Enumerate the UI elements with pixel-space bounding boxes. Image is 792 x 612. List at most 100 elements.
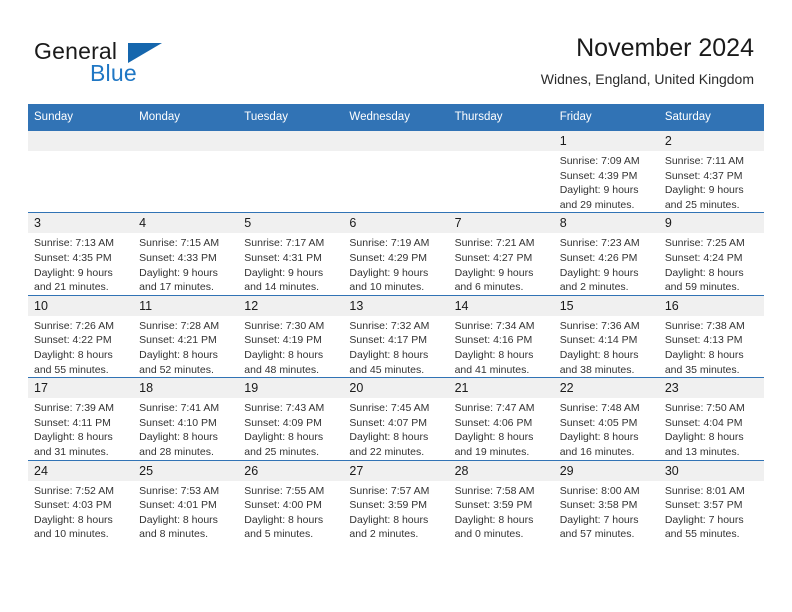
calendar-day-cell[interactable]: 29 Sunrise: 8:00 AM Sunset: 3:58 PM Dayligh… bbox=[553, 459, 659, 542]
day-number: 15 bbox=[553, 295, 659, 316]
sunrise-time: Sunrise: 7:41 AM bbox=[139, 402, 220, 415]
daylight-hours: Daylight: 8 hours bbox=[454, 513, 534, 526]
calendar-day-cell[interactable]: 18 Sunrise: 7:41 AM Sunset: 4:10 PM Dayligh… bbox=[133, 377, 239, 460]
daylight-minutes: and 10 minutes. bbox=[34, 528, 109, 541]
calendar-day-cell-empty bbox=[238, 129, 344, 213]
calendar-day-cell[interactable]: 7 Sunrise: 7:21 AM Sunset: 4:27 PM Daylight… bbox=[448, 212, 554, 296]
calendar-day-cell[interactable]: 21 Sunrise: 7:47 AM Sunset: 4:06 PM Dayligh… bbox=[448, 377, 554, 460]
calendar-page: General Blue November 2024 Widnes, Engla… bbox=[0, 0, 792, 612]
calendar-day-cell[interactable]: 15 Sunrise: 7:36 AM Sunset: 4:14 PM Dayligh… bbox=[553, 294, 659, 378]
daylight-hours: Daylight: 7 hours bbox=[664, 513, 744, 526]
sunrise-time: Sunrise: 7:26 AM bbox=[34, 319, 114, 332]
calendar-day-cell[interactable]: 12 Sunrise: 7:30 AM Sunset: 4:19 PM Dayligh… bbox=[238, 294, 344, 378]
day-number: 28 bbox=[448, 460, 554, 481]
sunrise-time: Sunrise: 7:09 AM bbox=[559, 155, 640, 167]
daylight-hours: Daylight: 8 hours bbox=[244, 431, 324, 444]
day-details: Sunrise: 7:45 AM Sunset: 4:07 PM Daylight:… bbox=[343, 398, 448, 459]
daylight-hours: Daylight: 8 hours bbox=[664, 266, 744, 279]
logo-text-blue: Blue bbox=[90, 60, 137, 86]
daylight-minutes: and 25 minutes. bbox=[664, 198, 740, 211]
daylight-minutes: and 2 minutes. bbox=[559, 281, 629, 294]
day-details: Sunrise: 7:28 AM Sunset: 4:21 PM Daylight:… bbox=[133, 316, 238, 377]
calendar-day-cell[interactable]: 10 Sunrise: 7:26 AM Sunset: 4:22 PM Dayligh… bbox=[28, 294, 134, 378]
calendar-day-cell[interactable]: 22 Sunrise: 7:48 AM Sunset: 4:05 PM Dayligh… bbox=[553, 377, 659, 460]
daylight-hours: Daylight: 8 hours bbox=[139, 431, 218, 444]
sunset-time: Sunset: 4:14 PM bbox=[559, 334, 638, 347]
calendar-day-cell[interactable]: 19 Sunrise: 7:43 AM Sunset: 4:09 PM Dayligh… bbox=[238, 377, 344, 460]
calendar-day-cell-empty bbox=[28, 129, 134, 213]
day-details: Sunrise: 7:15 AM Sunset: 4:33 PM Daylight:… bbox=[133, 233, 238, 294]
sunrise-time: Sunrise: 7:48 AM bbox=[559, 402, 640, 415]
calendar-day-cell[interactable]: 24 Sunrise: 7:52 AM Sunset: 4:03 PM Dayligh… bbox=[28, 459, 134, 542]
sunrise-time: Sunrise: 7:52 AM bbox=[34, 484, 114, 497]
daylight-hours: Daylight: 7 hours bbox=[559, 513, 639, 526]
calendar-day-cell[interactable]: 17 Sunrise: 7:39 AM Sunset: 4:11 PM Dayligh… bbox=[28, 377, 134, 460]
location-subtitle: Widnes, England, United Kingdom bbox=[540, 71, 754, 87]
day-details: Sunrise: 7:34 AM Sunset: 4:16 PM Daylight:… bbox=[449, 316, 554, 377]
sunset-time: Sunset: 4:04 PM bbox=[664, 416, 743, 429]
sunrise-time: Sunrise: 7:47 AM bbox=[454, 402, 535, 415]
sunrise-time: Sunrise: 7:38 AM bbox=[664, 319, 745, 332]
sunrise-time: Sunrise: 7:58 AM bbox=[454, 484, 535, 497]
weekday-header-tuesday: Tuesday bbox=[238, 104, 344, 131]
calendar-day-cell[interactable]: 9 Sunrise: 7:25 AM Sunset: 4:24 PM Daylight… bbox=[658, 212, 764, 296]
day-details bbox=[238, 151, 343, 154]
sunrise-time: Sunrise: 7:23 AM bbox=[559, 237, 640, 250]
calendar-day-cell[interactable]: 26 Sunrise: 7:55 AM Sunset: 4:00 PM Dayligh… bbox=[238, 459, 344, 542]
title-block: November 2024 Widnes, England, United Ki… bbox=[541, 32, 754, 90]
day-number bbox=[238, 131, 344, 151]
calendar-day-cell[interactable]: 13 Sunrise: 7:32 AM Sunset: 4:17 PM Dayligh… bbox=[343, 294, 449, 378]
day-details: Sunrise: 7:41 AM Sunset: 4:10 PM Daylight:… bbox=[133, 398, 238, 459]
day-number: 20 bbox=[343, 378, 449, 399]
sunset-time: Sunset: 4:06 PM bbox=[454, 416, 533, 429]
sunset-time: Sunset: 4:09 PM bbox=[244, 416, 322, 429]
calendar-day-cell[interactable]: 23 Sunrise: 7:50 AM Sunset: 4:04 PM Dayligh… bbox=[658, 377, 764, 460]
daylight-hours: Daylight: 8 hours bbox=[349, 513, 429, 526]
sunset-time: Sunset: 3:59 PM bbox=[349, 499, 428, 512]
weekday-header-friday: Friday bbox=[553, 104, 659, 131]
calendar-day-cell[interactable]: 14 Sunrise: 7:34 AM Sunset: 4:16 PM Dayligh… bbox=[448, 294, 554, 378]
sunset-time: Sunset: 4:03 PM bbox=[34, 499, 112, 512]
day-number: 18 bbox=[133, 378, 239, 399]
calendar-day-cell[interactable]: 20 Sunrise: 7:45 AM Sunset: 4:07 PM Dayligh… bbox=[343, 377, 449, 460]
daylight-minutes: and 0 minutes. bbox=[454, 528, 524, 541]
day-details: Sunrise: 8:01 AM Sunset: 3:57 PM Daylight:… bbox=[659, 481, 764, 542]
calendar-day-cell[interactable]: 11 Sunrise: 7:28 AM Sunset: 4:21 PM Dayligh… bbox=[133, 294, 239, 378]
day-number: 25 bbox=[133, 460, 239, 481]
calendar-day-cell[interactable]: 6 Sunrise: 7:19 AM Sunset: 4:29 PM Daylight… bbox=[343, 212, 449, 296]
calendar-day-cell[interactable]: 5 Sunrise: 7:17 AM Sunset: 4:31 PM Daylight… bbox=[238, 212, 344, 296]
calendar-day-cell[interactable]: 30 Sunrise: 8:01 AM Sunset: 3:57 PM Dayligh… bbox=[658, 459, 764, 542]
day-number: 3 bbox=[28, 213, 134, 234]
day-details: Sunrise: 7:19 AM Sunset: 4:29 PM Daylight:… bbox=[343, 233, 448, 294]
calendar-day-cell[interactable]: 1 Sunrise: 7:09 AM Sunset: 4:39 PM Daylight… bbox=[553, 129, 659, 213]
sunrise-time: Sunrise: 7:45 AM bbox=[349, 402, 430, 415]
page-title: November 2024 bbox=[576, 34, 754, 62]
day-number bbox=[28, 131, 134, 151]
daylight-hours: Daylight: 8 hours bbox=[664, 431, 744, 444]
calendar-day-cell[interactable]: 27 Sunrise: 7:57 AM Sunset: 3:59 PM Dayligh… bbox=[343, 459, 449, 542]
calendar-day-cell[interactable]: 16 Sunrise: 7:38 AM Sunset: 4:13 PM Dayligh… bbox=[658, 294, 764, 378]
calendar-day-cell[interactable]: 3 Sunrise: 7:13 AM Sunset: 4:35 PM Daylight… bbox=[28, 212, 134, 296]
sunrise-time: Sunrise: 7:50 AM bbox=[664, 402, 745, 415]
sunrise-time: Sunrise: 7:43 AM bbox=[244, 402, 325, 415]
day-details: Sunrise: 7:58 AM Sunset: 3:59 PM Daylight:… bbox=[449, 481, 554, 542]
sunrise-time: Sunrise: 7:19 AM bbox=[349, 237, 430, 250]
calendar-day-cell-empty bbox=[448, 129, 554, 213]
day-number: 6 bbox=[343, 213, 449, 234]
day-details: Sunrise: 7:17 AM Sunset: 4:31 PM Daylight:… bbox=[238, 233, 343, 294]
sunset-time: Sunset: 4:11 PM bbox=[34, 416, 111, 429]
calendar-day-cell[interactable]: 25 Sunrise: 7:53 AM Sunset: 4:01 PM Dayligh… bbox=[133, 459, 239, 542]
day-number: 21 bbox=[448, 378, 554, 399]
calendar-day-cell[interactable]: 2 Sunrise: 7:11 AM Sunset: 4:37 PM Daylight… bbox=[658, 129, 764, 213]
calendar-day-cell[interactable]: 28 Sunrise: 7:58 AM Sunset: 3:59 PM Dayligh… bbox=[448, 459, 554, 542]
calendar-week-row: 3 Sunrise: 7:13 AM Sunset: 4:35 PM Daylight… bbox=[28, 212, 764, 296]
daylight-minutes: and 55 minutes. bbox=[34, 363, 109, 376]
day-number: 4 bbox=[133, 213, 239, 234]
calendar-day-cell-empty bbox=[133, 129, 239, 213]
weekday-header-wednesday: Wednesday bbox=[343, 104, 449, 131]
daylight-hours: Daylight: 9 hours bbox=[559, 266, 639, 279]
day-number: 27 bbox=[343, 460, 449, 481]
calendar-day-cell[interactable]: 4 Sunrise: 7:15 AM Sunset: 4:33 PM Daylight… bbox=[133, 212, 239, 296]
calendar-day-cell[interactable]: 8 Sunrise: 7:23 AM Sunset: 4:26 PM Daylight… bbox=[553, 212, 659, 296]
sunset-time: Sunset: 4:05 PM bbox=[559, 416, 638, 429]
